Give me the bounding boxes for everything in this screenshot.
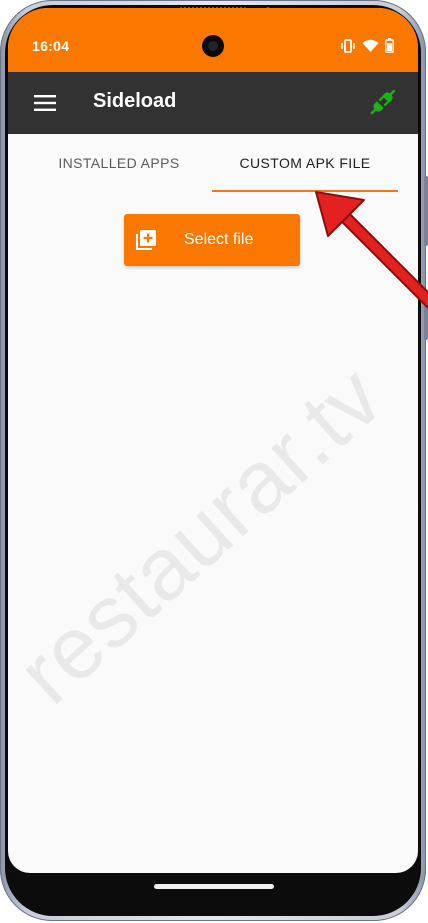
menu-icon[interactable] — [34, 95, 56, 111]
status-time: 16:04 — [32, 38, 70, 54]
plug-connect-icon[interactable] — [370, 89, 396, 115]
front-camera — [202, 35, 224, 57]
tab-installed-apps[interactable]: INSTALLED APPS — [32, 134, 206, 192]
select-file-button[interactable]: Select file — [124, 214, 300, 266]
tab-bar: INSTALLED APPS CUSTOM APK FILE — [8, 134, 418, 192]
app-title: Sideload — [93, 90, 177, 112]
select-file-label: Select file — [184, 231, 254, 248]
tab-indicator — [212, 190, 398, 192]
home-indicator[interactable] — [154, 884, 274, 889]
status-bar: 16:04 — [8, 8, 418, 72]
status-icons — [340, 38, 394, 53]
watermark-text: restaurar.tv — [8, 346, 401, 723]
add-file-icon — [135, 229, 157, 251]
tab-custom-apk-file[interactable]: CUSTOM APK FILE — [212, 134, 398, 192]
battery-icon — [385, 38, 394, 53]
vibrate-icon — [340, 38, 356, 53]
phone-screen: 16:04 Sideload INSTALLED APPS CUSTOM APK… — [8, 8, 418, 873]
app-bar: Sideload — [8, 72, 418, 134]
volume-button — [424, 176, 428, 246]
power-button — [424, 290, 428, 340]
wifi-icon — [362, 39, 379, 53]
screenshot: 16:04 Sideload INSTALLED APPS CUSTOM APK… — [0, 0, 428, 923]
